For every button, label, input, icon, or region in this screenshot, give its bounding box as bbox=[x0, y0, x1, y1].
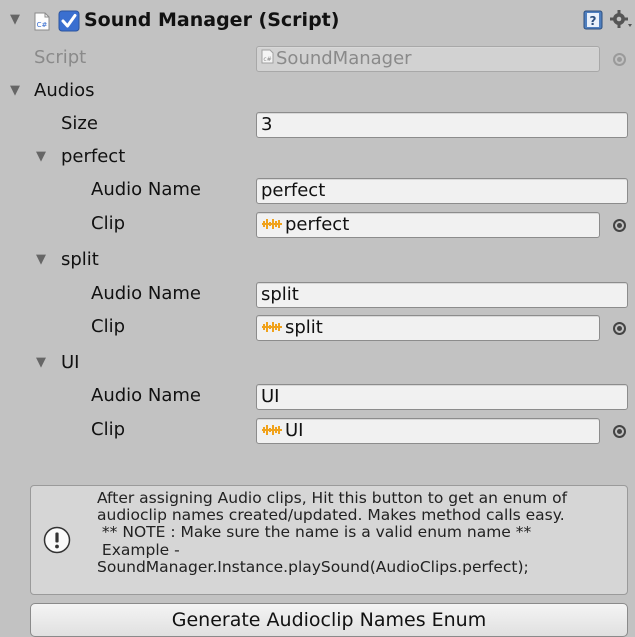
clip-value: perfect bbox=[285, 214, 350, 235]
svg-text:?: ? bbox=[590, 14, 597, 28]
clip-field[interactable]: split bbox=[256, 315, 600, 341]
help-line: SoundManager.Instance.playSound(AudioCli… bbox=[97, 557, 529, 576]
clip-field[interactable]: perfect bbox=[256, 212, 600, 238]
audio-name-label: Audio Name bbox=[91, 283, 201, 304]
help-message: After assigning Audio clips, Hit this bu… bbox=[97, 489, 627, 576]
script-value: SoundManager bbox=[276, 48, 412, 69]
csharp-script-icon: C# bbox=[34, 12, 50, 35]
audio-name-label: Audio Name bbox=[91, 385, 201, 406]
clip-value: split bbox=[285, 317, 323, 338]
help-book-icon[interactable]: ? bbox=[583, 10, 603, 34]
audio-clip-icon bbox=[261, 419, 283, 443]
audios-label: Audios bbox=[34, 80, 95, 101]
audio-name-field[interactable]: UI bbox=[256, 384, 628, 410]
script-field: c# SoundManager bbox=[256, 46, 600, 72]
enabled-checkbox[interactable] bbox=[58, 10, 80, 36]
help-line: audioclip names created/updated. Makes m… bbox=[97, 506, 565, 525]
element-perfect-label: perfect bbox=[61, 146, 126, 167]
size-label: Size bbox=[61, 113, 98, 134]
help-line: After assigning Audio clips, Hit this bu… bbox=[97, 489, 568, 507]
audios-foldout-arrow[interactable]: ▼ bbox=[10, 79, 20, 103]
clip-label: Clip bbox=[91, 316, 125, 337]
help-line: ** NOTE : Make sure the name is a valid … bbox=[97, 523, 532, 542]
clip-value: UI bbox=[285, 420, 304, 441]
audio-name-field[interactable]: perfect bbox=[256, 178, 628, 204]
script-object-picker-icon bbox=[613, 53, 626, 66]
element-split-label: split bbox=[61, 249, 99, 270]
clip-object-picker-icon[interactable] bbox=[613, 322, 626, 335]
size-field[interactable]: 3 bbox=[256, 112, 628, 138]
element-perfect-foldout-arrow[interactable]: ▼ bbox=[36, 145, 46, 169]
help-box: After assigning Audio clips, Hit this bu… bbox=[30, 485, 628, 595]
gear-icon[interactable] bbox=[610, 9, 632, 35]
audio-name-field[interactable]: split bbox=[256, 282, 628, 308]
clip-label: Clip bbox=[91, 419, 125, 440]
element-ui-label: UI bbox=[61, 352, 80, 373]
svg-text:C#: C# bbox=[37, 21, 48, 29]
clip-object-picker-icon[interactable] bbox=[613, 425, 626, 438]
audio-clip-icon bbox=[261, 213, 283, 237]
component-foldout-arrow[interactable]: ▼ bbox=[10, 8, 20, 32]
generate-audioclip-names-enum-button[interactable]: Generate Audioclip Names Enum bbox=[30, 603, 628, 637]
help-line: Example - bbox=[97, 540, 180, 559]
clip-object-picker-icon[interactable] bbox=[613, 219, 626, 232]
clip-label: Clip bbox=[91, 213, 125, 234]
clip-field[interactable]: UI bbox=[256, 418, 600, 444]
element-split-foldout-arrow[interactable]: ▼ bbox=[36, 248, 46, 272]
audio-clip-icon bbox=[261, 316, 283, 340]
info-icon bbox=[43, 526, 71, 558]
csharp-file-icon: c# bbox=[261, 47, 274, 71]
script-label: Script bbox=[34, 47, 87, 68]
component-title: Sound Manager (Script) bbox=[84, 9, 340, 31]
element-ui-foldout-arrow[interactable]: ▼ bbox=[36, 351, 46, 375]
svg-text:c#: c# bbox=[263, 56, 271, 63]
audio-name-label: Audio Name bbox=[91, 179, 201, 200]
